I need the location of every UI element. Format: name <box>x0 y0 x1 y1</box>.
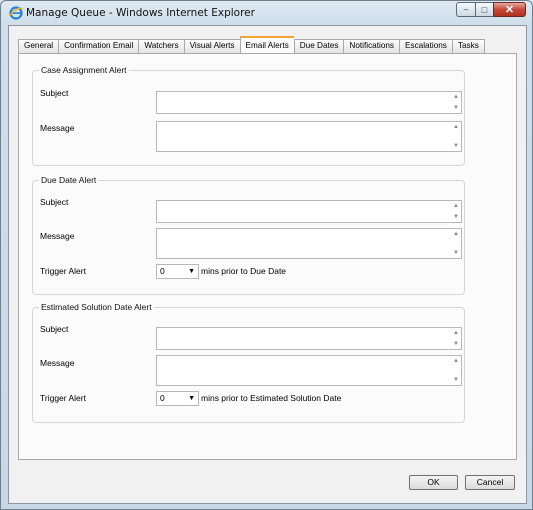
est-subject-label: Subject <box>40 324 69 334</box>
ie-icon <box>9 6 23 20</box>
scroll-up-icon: ▲ <box>453 124 459 130</box>
scroll-up-icon: ▲ <box>453 94 459 100</box>
email-alerts-panel: Case Assignment Alert Subject ▲ ▼ Message… <box>18 53 517 460</box>
due-subject-field[interactable]: ▲ ▼ <box>156 200 462 223</box>
due-date-alert-legend: Due Date Alert <box>41 175 97 185</box>
scroll-down-icon: ▼ <box>453 341 459 347</box>
tab-tasks[interactable]: Tasks <box>451 39 485 53</box>
dialog-body: General Confirmation Email Watchers Visu… <box>8 25 527 504</box>
due-trigger-select[interactable]: 0 ▼ <box>156 264 199 279</box>
tab-general[interactable]: General <box>18 39 59 53</box>
minimize-icon: – <box>463 5 469 14</box>
chevron-down-icon: ▼ <box>188 395 195 402</box>
case-message-field[interactable]: ▲ ▼ <box>156 121 462 152</box>
minimize-button[interactable]: – <box>456 2 475 17</box>
scroll-down-icon: ▼ <box>453 214 459 220</box>
browser-window: Manage Queue - Windows Internet Explorer… <box>0 0 533 510</box>
scroll-down-icon: ▼ <box>453 250 459 256</box>
due-subject-label: Subject <box>40 197 69 207</box>
estimated-solution-alert-legend: Estimated Solution Date Alert <box>41 302 152 312</box>
due-message-scrollbar[interactable]: ▲ ▼ <box>451 229 461 258</box>
case-message-scrollbar[interactable]: ▲ ▼ <box>451 122 461 151</box>
tab-watchers[interactable]: Watchers <box>138 39 184 53</box>
scroll-down-icon: ▼ <box>453 143 459 149</box>
tab-notifications[interactable]: Notifications <box>343 39 400 53</box>
case-subject-label: Subject <box>40 88 69 98</box>
est-trigger-value: 0 <box>160 393 165 403</box>
due-trigger-label: Trigger Alert <box>40 266 86 276</box>
est-trigger-suffix: mins prior to Estimated Solution Date <box>201 393 342 403</box>
case-assignment-alert-group: Case Assignment Alert Subject ▲ ▼ Message… <box>32 65 465 166</box>
case-message-label: Message <box>40 123 75 133</box>
maximize-icon: □ <box>481 4 488 15</box>
est-subject-field[interactable]: ▲ ▼ <box>156 327 462 350</box>
close-button[interactable]: ✕ <box>493 2 526 17</box>
window-controls: – □ ✕ <box>456 2 526 18</box>
est-trigger-label: Trigger Alert <box>40 393 86 403</box>
tab-visual-alerts[interactable]: Visual Alerts <box>183 39 240 53</box>
due-trigger-value: 0 <box>160 266 165 276</box>
case-subject-field[interactable]: ▲ ▼ <box>156 91 462 114</box>
scroll-down-icon: ▼ <box>453 377 459 383</box>
est-message-label: Message <box>40 358 75 368</box>
case-assignment-alert-legend: Case Assignment Alert <box>41 65 127 75</box>
due-message-field[interactable]: ▲ ▼ <box>156 228 462 259</box>
tab-confirmation-email[interactable]: Confirmation Email <box>58 39 139 53</box>
maximize-button[interactable]: □ <box>475 2 493 17</box>
scroll-up-icon: ▲ <box>453 358 459 364</box>
tab-strip: General Confirmation Email Watchers Visu… <box>18 36 485 53</box>
title-bar[interactable]: Manage Queue - Windows Internet Explorer… <box>1 1 532 25</box>
tab-due-dates[interactable]: Due Dates <box>293 39 344 53</box>
chevron-down-icon: ▼ <box>188 268 195 275</box>
estimated-solution-alert-group: Estimated Solution Date Alert Subject ▲ ▼… <box>32 302 465 423</box>
scroll-up-icon: ▲ <box>453 231 459 237</box>
close-icon: ✕ <box>504 4 515 16</box>
cancel-button[interactable]: Cancel <box>465 475 515 490</box>
due-message-label: Message <box>40 231 75 241</box>
scroll-down-icon: ▼ <box>453 105 459 111</box>
scroll-up-icon: ▲ <box>453 203 459 209</box>
est-message-field[interactable]: ▲ ▼ <box>156 355 462 386</box>
scroll-up-icon: ▲ <box>453 330 459 336</box>
ok-button[interactable]: OK <box>409 475 458 490</box>
tab-email-alerts[interactable]: Email Alerts <box>239 36 294 53</box>
est-subject-scrollbar[interactable]: ▲ ▼ <box>451 328 461 349</box>
tab-escalations[interactable]: Escalations <box>399 39 452 53</box>
case-subject-scrollbar[interactable]: ▲ ▼ <box>451 92 461 113</box>
due-trigger-suffix: mins prior to Due Date <box>201 266 287 276</box>
window-title: Manage Queue - Windows Internet Explorer <box>26 7 255 19</box>
due-subject-scrollbar[interactable]: ▲ ▼ <box>451 201 461 222</box>
due-date-alert-group: Due Date Alert Subject ▲ ▼ Message ▲ ▼ Tri… <box>32 175 465 295</box>
est-message-scrollbar[interactable]: ▲ ▼ <box>451 356 461 385</box>
est-trigger-select[interactable]: 0 ▼ <box>156 391 199 406</box>
